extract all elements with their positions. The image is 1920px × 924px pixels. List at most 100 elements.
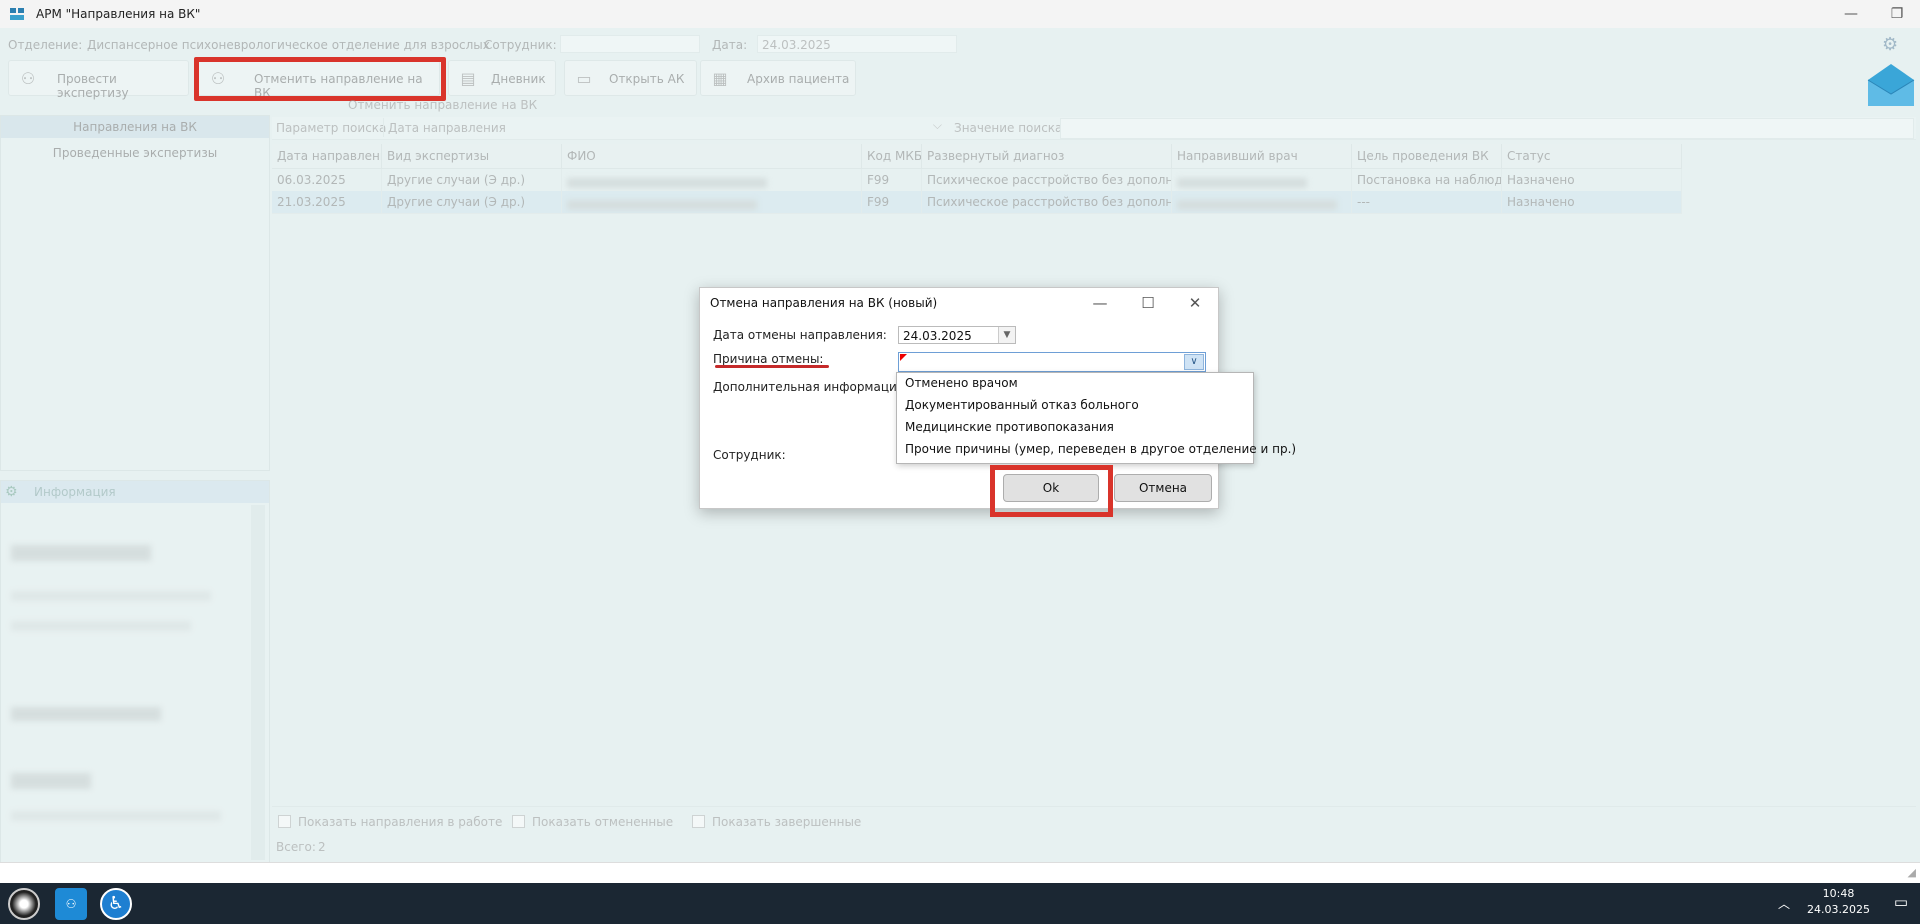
- window-title: АРМ "Направления на ВК": [36, 7, 201, 21]
- gear-icon[interactable]: ⚙: [1882, 34, 1898, 55]
- info-header: ⚙ Информация: [1, 481, 269, 503]
- clock-date: 24.03.2025: [1807, 903, 1870, 916]
- redacted-name: [567, 200, 757, 210]
- redacted-block: [11, 773, 91, 789]
- checkbox-cancelled-label: Показать отмененные: [532, 815, 674, 829]
- checkbox-completed-label: Показать завершенные: [712, 815, 862, 829]
- restore-icon[interactable]: ❐: [1886, 4, 1908, 24]
- total-label: Всего:: [276, 840, 316, 854]
- ok-highlight: [990, 465, 1113, 517]
- column-header[interactable]: Цель проведения ВК: [1352, 144, 1502, 168]
- reason-option[interactable]: Отменено врачом: [905, 373, 1018, 393]
- reason-option[interactable]: Прочие причины (умер, переведен в другое…: [905, 439, 1296, 459]
- department-value: Диспансерное психоневрологическое отделе…: [87, 38, 490, 52]
- required-flag-icon: [900, 354, 907, 361]
- date-label: Дата:: [712, 38, 748, 52]
- redacted-block: [11, 545, 151, 561]
- column-header[interactable]: Развернутый диагноз: [922, 144, 1172, 168]
- chevron-down-icon[interactable]: ▼: [998, 327, 1015, 343]
- extra-info-label: Дополнительная информация:: [713, 380, 909, 394]
- info-title: Информация: [34, 485, 116, 499]
- toolbar: ⚇ Провести экспертизу ⚇ Отменить направл…: [0, 57, 1920, 101]
- cancel-date-input[interactable]: 24.03.2025 ▼: [898, 326, 1016, 344]
- taskbar: ⚇ ♿ ︿ 10:48 24.03.2025 ▭: [0, 883, 1920, 924]
- diary-button[interactable]: ▤ Дневник: [448, 60, 556, 96]
- chevron-down-icon: ⌵: [932, 118, 942, 132]
- accessibility-icon[interactable]: ♿: [100, 888, 132, 920]
- checkbox-in-work-label: Показать направления в работе: [298, 815, 503, 829]
- nav-item-expertises[interactable]: Проведенные экспертизы: [1, 142, 269, 164]
- close-icon[interactable]: ✕: [1181, 292, 1209, 314]
- minimize-icon[interactable]: —: [1086, 292, 1114, 314]
- toolbar-tooltip: Отменить направление на ВК: [348, 98, 538, 112]
- chevron-down-icon[interactable]: ∨: [1184, 354, 1204, 370]
- employee-field[interactable]: [560, 35, 700, 53]
- notification-icon[interactable]: ▭: [1894, 893, 1908, 911]
- search-param-label: Параметр поиска: [276, 121, 387, 135]
- reason-select[interactable]: ∨: [898, 352, 1206, 372]
- checkbox-in-work[interactable]: [278, 815, 291, 828]
- archive-box-icon: ▭: [576, 69, 592, 88]
- column-header[interactable]: Статус: [1502, 144, 1682, 168]
- people-app-icon[interactable]: ⚇: [55, 888, 87, 920]
- reason-label: Причина отмены:: [713, 352, 824, 366]
- start-icon[interactable]: [8, 888, 40, 920]
- table-header: Дата направления Вид экспертизы ФИО Код …: [272, 144, 1682, 169]
- employee-label: Сотрудник:: [713, 448, 786, 462]
- reason-underline: [715, 365, 829, 368]
- search-bar: Параметр поиска Дата направления ⌵ Значе…: [272, 117, 1916, 140]
- cancel-button[interactable]: Отмена: [1114, 474, 1212, 502]
- department-label: Отделение:: [8, 38, 83, 52]
- column-header[interactable]: Направивший врач: [1172, 144, 1352, 168]
- conduct-expertise-button[interactable]: ⚇ Провести экспертизу: [8, 60, 189, 100]
- redacted-block: [11, 591, 211, 601]
- maximize-icon[interactable]: ☐: [1134, 292, 1162, 314]
- gear-icon[interactable]: ⚙: [5, 481, 18, 503]
- column-header[interactable]: Вид экспертизы: [382, 144, 562, 168]
- redacted-block: [11, 707, 161, 721]
- column-header[interactable]: Дата направления: [272, 144, 382, 168]
- info-scrollbar[interactable]: [251, 505, 265, 860]
- column-header[interactable]: Код МКБ: [862, 144, 922, 168]
- minimize-icon[interactable]: —: [1840, 4, 1862, 24]
- checkbox-cancelled[interactable]: [512, 815, 525, 828]
- people-search-icon: ⚇: [20, 69, 36, 88]
- table-footer: Показать направления в работе Показать о…: [272, 806, 1916, 863]
- search-value-input[interactable]: [1060, 118, 1914, 139]
- reason-option[interactable]: Медицинские противопоказания: [905, 417, 1114, 437]
- redacted-name: [567, 178, 767, 188]
- date-field[interactable]: 24.03.2025: [757, 35, 957, 53]
- status-strip: ◢: [0, 862, 1920, 884]
- clock-time: 10:48: [1822, 887, 1855, 900]
- search-value-label: Значение поиска: [954, 121, 1063, 135]
- total-value: 2: [318, 840, 326, 854]
- checkbox-completed[interactable]: [692, 815, 705, 828]
- left-nav-panel: Направления на ВК Проведенные экспертизы: [0, 115, 270, 471]
- reason-option[interactable]: Документированный отказ больного: [905, 395, 1139, 415]
- cancel-date-value: 24.03.2025: [903, 329, 972, 343]
- table-row[interactable]: 06.03.2025 Другие случаи (Э др.) F99 Пси…: [272, 169, 1682, 192]
- column-header[interactable]: ФИО: [562, 144, 862, 168]
- clock[interactable]: 10:48 24.03.2025: [1807, 886, 1870, 918]
- app-icon: [10, 8, 24, 20]
- employee-label: Сотрудник:: [484, 38, 557, 52]
- dialog-title: Отмена направления на ВК (новый): [710, 296, 938, 310]
- reason-dropdown: Отменено врачом Документированный отказ …: [896, 372, 1296, 464]
- table-row[interactable]: 21.03.2025 Другие случаи (Э др.) F99 Пси…: [272, 191, 1682, 214]
- mail-icon[interactable]: [1866, 62, 1916, 108]
- cancel-date-label: Дата отмены направления:: [713, 328, 887, 342]
- search-param-select[interactable]: Дата направления ⌵: [383, 118, 946, 137]
- title-bar: АРМ "Направления на ВК" — ❐: [0, 0, 1920, 29]
- redacted-doctor: [1177, 178, 1307, 188]
- resize-grip-icon[interactable]: ◢: [1908, 866, 1916, 879]
- patient-archive-button[interactable]: ▦ Архив пациента: [700, 60, 856, 96]
- filter-header: Отделение: Диспансерное психоневрологиче…: [0, 30, 1920, 58]
- date-value: 24.03.2025: [762, 38, 831, 52]
- open-ak-button[interactable]: ▭ Открыть АК: [564, 60, 697, 96]
- redacted-block: [11, 811, 221, 821]
- chevron-up-icon[interactable]: ︿: [1778, 895, 1790, 912]
- info-panel: ⚙ Информация: [0, 480, 270, 863]
- nav-item-referrals[interactable]: Направления на ВК: [1, 116, 269, 138]
- patient-archive-icon: ▦: [712, 69, 728, 88]
- redacted-doctor: [1177, 200, 1337, 210]
